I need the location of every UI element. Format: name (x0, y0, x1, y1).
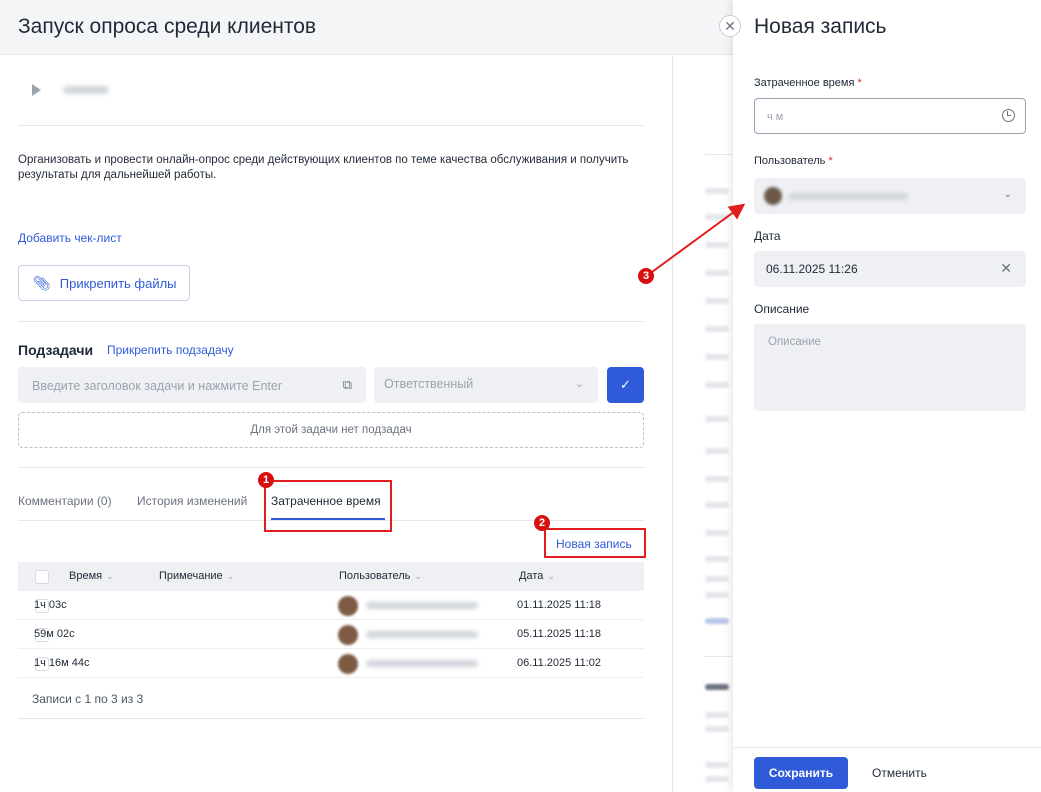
annotation-arrow (651, 203, 746, 273)
step-badge-3: 3 (638, 268, 654, 284)
